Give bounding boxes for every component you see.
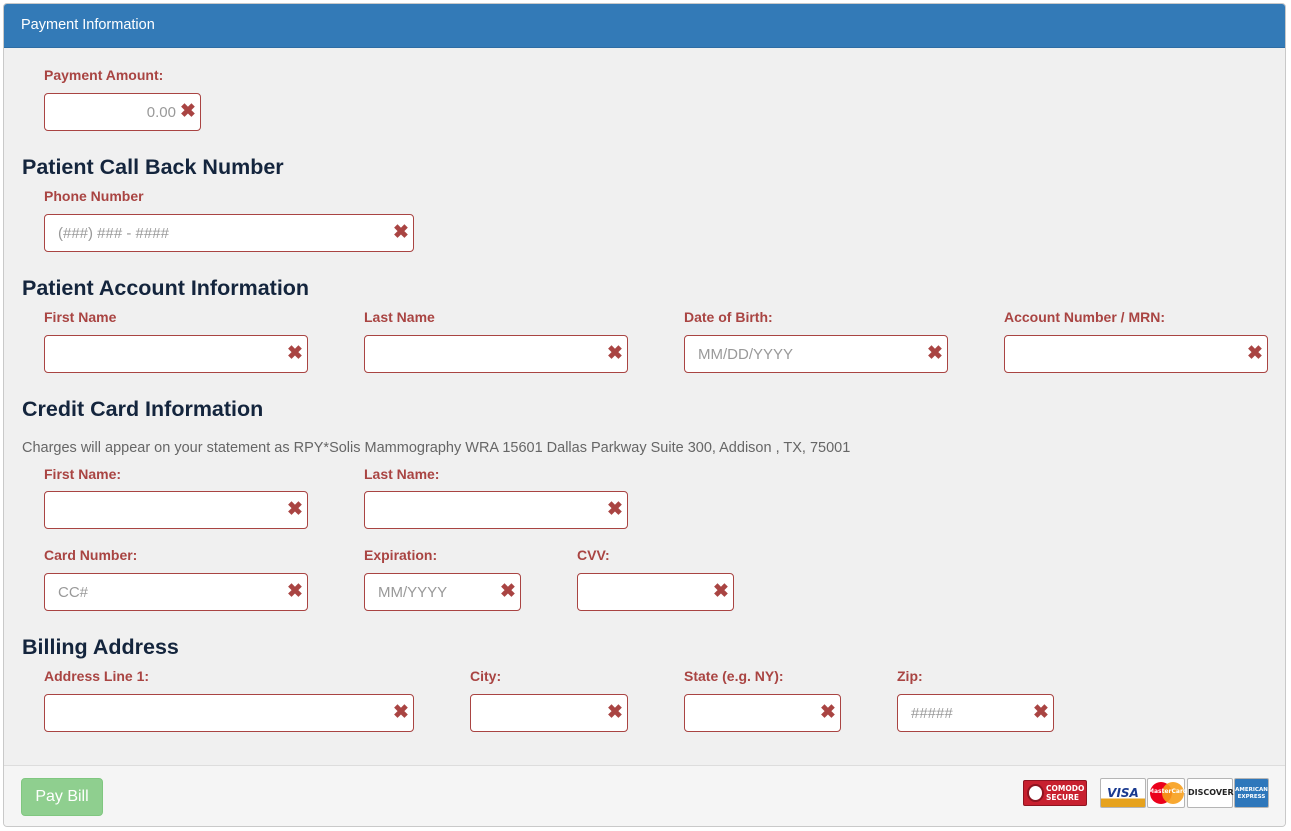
secure-badge-line2: SECURE <box>1046 793 1080 802</box>
city-input[interactable] <box>471 695 627 731</box>
pay-bill-button[interactable]: Pay Bill <box>21 778 103 816</box>
city-label: City: <box>470 668 502 684</box>
clear-icon[interactable]: ✖ <box>180 102 196 121</box>
zip-field: ✖ <box>897 694 1054 732</box>
panel-header: Payment Information <box>4 4 1285 48</box>
expiration-input[interactable] <box>365 574 520 610</box>
account-heading: Patient Account Information <box>22 276 310 300</box>
billing-heading: Billing Address <box>22 635 179 659</box>
state-input[interactable] <box>685 695 840 731</box>
payment-amount-input[interactable] <box>45 94 200 130</box>
clear-icon[interactable]: ✖ <box>393 703 409 722</box>
phone-number-field: ✖ <box>44 214 414 252</box>
payment-amount-label: Payment Amount: <box>44 67 164 83</box>
amex-logo: AMERICAN EXPRESS <box>1234 778 1269 808</box>
clear-icon[interactable]: ✖ <box>927 344 943 363</box>
clear-icon[interactable]: ✖ <box>1033 703 1049 722</box>
card-first-name-input[interactable] <box>45 492 307 528</box>
card-last-name-label: Last Name: <box>364 466 440 482</box>
state-label: State (e.g. NY): <box>684 668 784 684</box>
zip-input[interactable] <box>898 695 1053 731</box>
account-last-name-label: Last Name <box>364 309 435 325</box>
clear-icon[interactable]: ✖ <box>607 344 623 363</box>
dob-label: Date of Birth: <box>684 309 773 325</box>
discover-wordmark: DISCOVER <box>1188 788 1234 797</box>
card-first-name-label: First Name: <box>44 466 122 482</box>
account-first-name-input[interactable] <box>45 336 307 372</box>
clear-icon[interactable]: ✖ <box>287 344 303 363</box>
seal-icon <box>1027 784 1044 802</box>
discover-logo: DISCOVER <box>1187 778 1234 808</box>
card-last-name-input[interactable] <box>365 492 627 528</box>
clear-icon[interactable]: ✖ <box>393 223 409 242</box>
comodo-secure-badge: COMODO SECURE <box>1023 780 1087 806</box>
mrn-field: ✖ <box>1004 335 1268 373</box>
address1-field: ✖ <box>44 694 414 732</box>
cvv-label: CVV: <box>577 547 610 563</box>
account-last-name-input[interactable] <box>365 336 627 372</box>
account-first-name-label: First Name <box>44 309 117 325</box>
expiration-label: Expiration: <box>364 547 438 563</box>
card-number-input[interactable] <box>45 574 307 610</box>
clear-icon[interactable]: ✖ <box>820 703 836 722</box>
cvv-field: ✖ <box>577 573 734 611</box>
address1-label: Address Line 1: <box>44 668 150 684</box>
expiration-field: ✖ <box>364 573 521 611</box>
state-field: ✖ <box>684 694 841 732</box>
clear-icon[interactable]: ✖ <box>607 703 623 722</box>
card-first-name-field: ✖ <box>44 491 308 529</box>
clear-icon[interactable]: ✖ <box>713 582 729 601</box>
credit-card-heading: Credit Card Information <box>22 397 264 421</box>
dob-field: ✖ <box>684 335 948 373</box>
clear-icon[interactable]: ✖ <box>607 500 623 519</box>
clear-icon[interactable]: ✖ <box>287 500 303 519</box>
card-last-name-field: ✖ <box>364 491 628 529</box>
phone-number-label: Phone Number <box>44 188 144 204</box>
mastercard-wordmark: MasterCard <box>1148 788 1188 795</box>
zip-label: Zip: <box>897 668 923 684</box>
card-number-field: ✖ <box>44 573 308 611</box>
account-last-name-field: ✖ <box>364 335 628 373</box>
panel-title: Payment Information <box>21 17 155 33</box>
clear-icon[interactable]: ✖ <box>500 582 516 601</box>
mrn-label: Account Number / MRN: <box>1004 309 1165 325</box>
city-field: ✖ <box>470 694 628 732</box>
callback-heading: Patient Call Back Number <box>22 155 284 179</box>
clear-icon[interactable]: ✖ <box>287 582 303 601</box>
mastercard-logo: MasterCard <box>1147 778 1188 808</box>
account-first-name-field: ✖ <box>44 335 308 373</box>
visa-logo: VISA <box>1100 778 1146 808</box>
address1-input[interactable] <box>45 695 413 731</box>
cvv-input[interactable] <box>578 574 733 610</box>
statement-note: Charges will appear on your statement as… <box>22 440 851 456</box>
card-number-label: Card Number: <box>44 547 138 563</box>
clear-icon[interactable]: ✖ <box>1247 344 1263 363</box>
panel-footer: Pay Bill COMODO SECURE VISA MasterCard D… <box>4 765 1285 826</box>
phone-number-input[interactable] <box>45 215 413 251</box>
secure-badge-line1: COMODO <box>1046 784 1085 793</box>
payment-amount-field: ✖ <box>44 93 201 131</box>
mrn-input[interactable] <box>1005 336 1267 372</box>
payment-panel: Payment Information Payment Amount: ✖ Pa… <box>3 3 1286 827</box>
dob-input[interactable] <box>685 336 947 372</box>
